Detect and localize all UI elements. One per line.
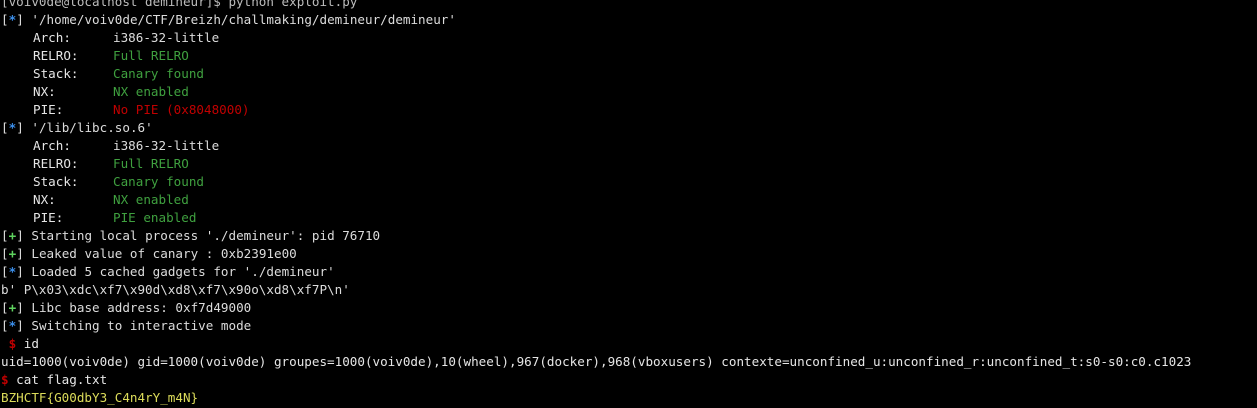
bracket-close: ] xyxy=(16,318,24,333)
checksec-row: Stack: Canary found xyxy=(1,173,1257,191)
checksec-label: Arch: xyxy=(33,138,71,153)
bytes-output: b' P\x03\xdc\xf7\x90d\xd8\xf7\x90o\xd8\x… xyxy=(1,282,350,297)
checksec-label: NX: xyxy=(33,192,56,207)
checksec-row: Arch: i386-32-little xyxy=(1,29,1257,47)
prompt-dollar-icon: $ xyxy=(1,372,9,387)
checksec-label: RELRO: xyxy=(33,156,79,171)
checksec-value: NX enabled xyxy=(113,84,189,99)
interactive-command-line: $ cat flag.txt xyxy=(1,371,1257,389)
checksec-value: NX enabled xyxy=(113,192,189,207)
bracket-close: ] xyxy=(16,264,24,279)
checksec-row: Stack: Canary found xyxy=(1,65,1257,83)
bracket-close: ] xyxy=(16,246,24,261)
checksec-value: Full RELRO xyxy=(113,156,189,171)
bracket-close: ] xyxy=(16,228,24,243)
bracket-open: [ xyxy=(1,264,9,279)
checksec-label: PIE: xyxy=(33,210,64,225)
command-text: id xyxy=(16,336,39,351)
checksec-row: NX: NX enabled xyxy=(1,83,1257,101)
bracket-close: ] xyxy=(16,300,24,315)
checksec-row: NX: NX enabled xyxy=(1,191,1257,209)
binary-path: '/home/voiv0de/CTF/Breizh/challmaking/de… xyxy=(31,12,456,27)
bracket-open: [ xyxy=(1,228,9,243)
bracket-open: [ xyxy=(1,12,9,27)
status-line: [+] Leaked value of canary : 0xb2391e00 xyxy=(1,245,1257,263)
status-message: Leaked value of canary : 0xb2391e00 xyxy=(23,246,297,261)
bracket-open: [ xyxy=(1,246,9,261)
status-line: [+] Libc base address: 0xf7d49000 xyxy=(1,299,1257,317)
checksec-row: Arch: i386-32-little xyxy=(1,137,1257,155)
checksec-row: PIE: No PIE (0x8048000) xyxy=(1,101,1257,119)
checksec-label: Arch: xyxy=(33,30,71,45)
checksec-label: Stack: xyxy=(33,66,79,81)
checksec-value: i386-32-little xyxy=(113,138,220,153)
bracket-open: [ xyxy=(1,300,9,315)
checksec-label: Stack: xyxy=(33,174,79,189)
checksec-label: NX: xyxy=(33,84,56,99)
checksec-value: PIE enabled xyxy=(113,210,197,225)
bracket-close: ] xyxy=(16,120,24,135)
checksec-label: PIE: xyxy=(33,102,64,117)
command-line-top: [voiv0de@localhost demineur]$ python exp… xyxy=(1,0,358,9)
status-message: Libc base address: 0xf7d49000 xyxy=(23,300,252,315)
flag-output: BZHCTF{G00dbY3_C4n4rY_m4N} xyxy=(1,390,199,405)
checksec-value: Canary found xyxy=(113,66,204,81)
status-message: Loaded 5 cached gadgets for './demineur' xyxy=(23,264,335,279)
checksec-value: Canary found xyxy=(113,174,204,189)
status-line: [+] Starting local process './demineur':… xyxy=(1,227,1257,245)
command-text: cat flag.txt xyxy=(8,372,108,387)
checksec-value: i386-32-little xyxy=(113,30,220,45)
status-message: Starting local process './demineur': pid… xyxy=(23,228,381,243)
checksec-value-warning: No PIE (0x8048000) xyxy=(113,102,250,117)
checksec-row: PIE: PIE enabled xyxy=(1,209,1257,227)
bracket-close: ] xyxy=(16,12,24,27)
id-output: uid=1000(voiv0de) gid=1000(voiv0de) grou… xyxy=(1,354,1192,369)
binary-path-line: [*] '/home/voiv0de/CTF/Breizh/challmakin… xyxy=(1,11,1257,29)
bracket-open: [ xyxy=(1,318,9,333)
interactive-command-line: $ id xyxy=(1,335,1257,353)
status-message: Switching to interactive mode xyxy=(23,318,252,333)
status-line: [*] Switching to interactive mode xyxy=(1,317,1257,335)
checksec-row: RELRO: Full RELRO xyxy=(1,155,1257,173)
checksec-value: Full RELRO xyxy=(113,48,189,63)
bracket-open: [ xyxy=(1,120,9,135)
terminal-window[interactable]: [voiv0de@localhost demineur]$ python exp… xyxy=(1,0,1257,408)
binary-path-line: [*] '/lib/libc.so.6' xyxy=(1,119,1257,137)
binary-path: '/lib/libc.so.6' xyxy=(31,120,153,135)
checksec-row: RELRO: Full RELRO xyxy=(1,47,1257,65)
checksec-label: RELRO: xyxy=(33,48,79,63)
status-line: [*] Loaded 5 cached gadgets for './demin… xyxy=(1,263,1257,281)
